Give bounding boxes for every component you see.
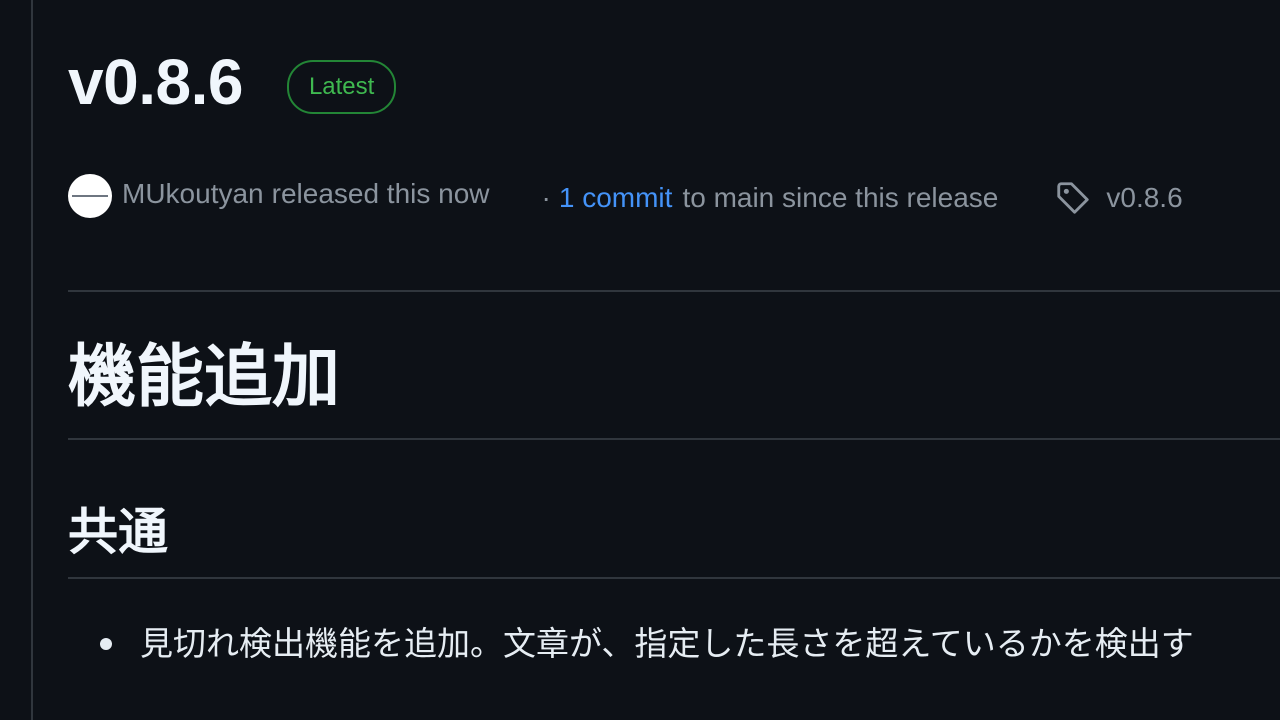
release-header: v0.8.6 Latest	[68, 46, 397, 118]
release-meta: MUkoutyan released this now · 1 commit t…	[68, 170, 1183, 218]
tag-link[interactable]: v0.8.6	[1106, 182, 1182, 214]
subsection-heading: 共通	[68, 503, 168, 561]
latest-badge: Latest	[286, 60, 397, 114]
avatar[interactable]	[68, 174, 112, 218]
author-link[interactable]: MUkoutyan	[122, 178, 264, 210]
list-item: 見切れ検出機能を追加。文章が、指定した長さを超えているかを検出す	[68, 620, 1194, 668]
feature-list: 見切れ検出機能を追加。文章が、指定した長さを超えているかを検出す	[68, 620, 1194, 668]
separator-dot: ·	[541, 182, 551, 213]
tag-icon	[1057, 182, 1090, 214]
bullet-icon	[100, 638, 112, 650]
heading-divider	[68, 438, 1280, 440]
subheading-divider	[68, 577, 1280, 579]
list-item-text: 見切れ検出機能を追加。文章が、指定した長さを超えているかを検出す	[140, 624, 1194, 663]
release-title[interactable]: v0.8.6	[68, 46, 243, 118]
released-text: released this now	[271, 178, 490, 209]
meta-divider	[68, 290, 1280, 292]
release-page: v0.8.6 Latest MUkoutyan released this no…	[0, 0, 1280, 720]
section-heading: 機能追加	[68, 338, 341, 417]
commit-link[interactable]: 1 commit	[559, 182, 673, 214]
timeline-divider	[31, 0, 33, 720]
commit-text: to main since this release	[682, 182, 999, 213]
